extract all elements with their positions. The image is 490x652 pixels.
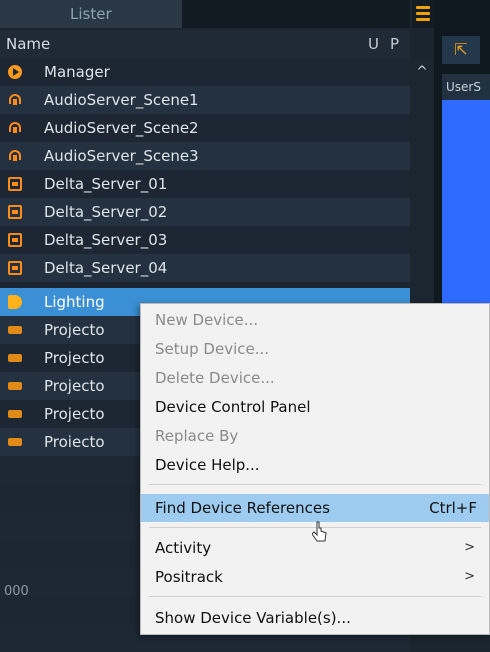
audio-server-icon — [8, 121, 22, 135]
projector-icon — [8, 438, 22, 446]
list-item[interactable]: AudioServer_Scene3 — [0, 142, 410, 170]
menu-separator — [149, 596, 481, 597]
list-item-label: Delta_Server_02 — [44, 203, 168, 221]
list-item[interactable]: Delta_Server_02 — [0, 198, 410, 226]
list-item-label: Manager — [44, 63, 110, 81]
list-item-label: Projecto — [44, 321, 105, 339]
list-item[interactable]: AudioServer_Scene2 — [0, 114, 410, 142]
menu-item-label: Activity — [155, 539, 212, 557]
pointer-tool-icon[interactable]: ⇱ — [442, 36, 480, 64]
column-u[interactable]: U — [368, 30, 379, 58]
menu-item-device-control-panel[interactable]: Device Control Panel — [141, 393, 489, 421]
column-name[interactable]: Name — [6, 30, 50, 58]
server-icon — [8, 233, 22, 247]
list-item-label: Delta_Server_03 — [44, 231, 168, 249]
menu-item-label: Replace By — [155, 427, 239, 445]
menu-item-new-device[interactable]: New Device... — [141, 306, 489, 334]
list-item[interactable]: Delta_Server_04 — [0, 254, 410, 282]
server-icon — [8, 261, 22, 275]
menu-item-label: Device Control Panel — [155, 398, 311, 416]
menu-item-label: Show Device Variable(s)... — [155, 609, 351, 627]
footer-value: 000 — [4, 584, 29, 599]
play-icon — [8, 65, 22, 79]
menu-item-delete-device[interactable]: Delete Device... — [141, 364, 489, 392]
server-icon — [8, 177, 22, 191]
menu-separator — [149, 484, 481, 485]
column-p[interactable]: P — [390, 30, 399, 58]
projector-icon — [8, 382, 22, 390]
hamburger-menu-icon[interactable] — [412, 0, 434, 28]
menu-item-positrack[interactable]: Positrack > — [141, 563, 489, 591]
audio-server-icon — [8, 149, 22, 163]
server-icon — [8, 205, 22, 219]
scrollbar[interactable] — [410, 58, 434, 318]
list-item-label: AudioServer_Scene3 — [44, 147, 199, 165]
menu-item-label: New Device... — [155, 311, 259, 329]
list-item-label: AudioServer_Scene1 — [44, 91, 199, 109]
menu-item-label: Positrack — [155, 568, 223, 586]
list-item-label: Delta_Server_01 — [44, 175, 168, 193]
user-panel-label: UserS — [442, 74, 490, 100]
list-item-label: Delta_Server_04 — [44, 259, 168, 277]
menu-item-label: Setup Device... — [155, 340, 270, 358]
list-item[interactable]: AudioServer_Scene1 — [0, 86, 410, 114]
projector-icon — [8, 326, 22, 334]
list-item-manager[interactable]: Manager — [0, 58, 410, 86]
tab-lister[interactable]: Lister — [0, 0, 182, 28]
menu-item-shortcut: Ctrl+F — [429, 499, 477, 517]
list-item-label: Lighting — [44, 293, 105, 311]
list-item[interactable]: Delta_Server_01 — [0, 170, 410, 198]
menu-item-label: Delete Device... — [155, 369, 275, 387]
chevron-right-icon: > — [464, 569, 475, 584]
list-item[interactable]: Delta_Server_03 — [0, 226, 410, 254]
blue-canvas[interactable] — [442, 100, 490, 310]
list-item-label: Projecto — [44, 349, 105, 367]
menu-item-replace-by[interactable]: Replace By — [141, 422, 489, 450]
chevron-up-icon[interactable]: ^ — [412, 62, 432, 82]
menu-item-label: Device Help... — [155, 456, 260, 474]
list-item-label: AudioServer_Scene2 — [44, 119, 199, 137]
menu-item-setup-device[interactable]: Setup Device... — [141, 335, 489, 363]
menu-item-device-help[interactable]: Device Help... — [141, 451, 489, 479]
menu-item-show-device-variables[interactable]: Show Device Variable(s)... — [141, 604, 489, 632]
projector-icon — [8, 354, 22, 362]
mouse-pointer-icon — [312, 521, 327, 542]
menu-item-find-device-references[interactable]: Find Device References Ctrl+F — [141, 494, 489, 522]
audio-server-icon — [8, 93, 22, 107]
chevron-right-icon: > — [464, 540, 475, 555]
context-menu: New Device... Setup Device... Delete Dev… — [140, 303, 490, 635]
list-item-label: Proiecto — [44, 433, 105, 451]
menu-item-label: Find Device References — [155, 499, 330, 517]
list-item-label: Projecto — [44, 405, 105, 423]
lighting-icon — [8, 295, 22, 309]
projector-icon — [8, 410, 22, 418]
lister-column-header: Name U P — [0, 30, 410, 58]
list-item-label: Projecto — [44, 377, 105, 395]
